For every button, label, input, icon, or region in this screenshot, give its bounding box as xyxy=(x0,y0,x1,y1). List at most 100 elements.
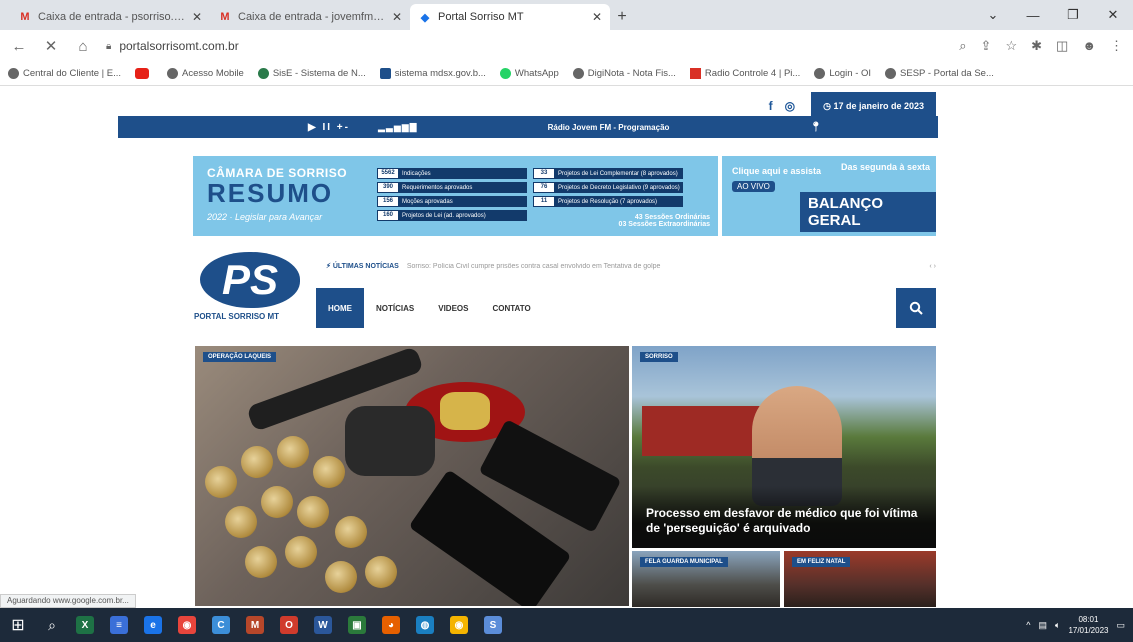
search-button[interactable] xyxy=(896,288,936,328)
bookmark[interactable]: Acesso Mobile xyxy=(167,68,244,79)
close-icon[interactable]: ✕ xyxy=(392,10,402,24)
bookmark[interactable]: Login - OI xyxy=(814,68,871,79)
ammunition-shape xyxy=(205,436,405,606)
bookmark-star-icon[interactable]: ☆ xyxy=(1005,38,1017,54)
program-title: BALANÇO GERAL xyxy=(800,192,936,232)
logo-mark: PS xyxy=(200,252,300,308)
instagram-icon[interactable]: ◎ xyxy=(785,99,795,113)
story-category[interactable]: OPERAÇÃO LAQUEIS xyxy=(203,352,277,362)
new-tab-button[interactable]: + xyxy=(610,4,634,30)
sidebar-icon[interactable]: ◫ xyxy=(1056,38,1068,54)
schedule-text: Das segunda à sexta xyxy=(840,162,930,172)
system-clock[interactable]: 08:01 17/01/2023 xyxy=(1068,614,1108,636)
stop-icon[interactable]: ✕ xyxy=(42,37,60,55)
chevron-up-icon[interactable]: ^ xyxy=(1026,620,1030,630)
nav-noticias[interactable]: NOTÍCIAS xyxy=(364,288,426,328)
close-icon[interactable]: ✕ xyxy=(192,10,202,24)
stat-row: 5562 Indicações xyxy=(377,168,527,179)
browser-tab-active[interactable]: ◆ Portal Sorriso MT ✕ xyxy=(410,4,610,30)
close-window-icon[interactable]: ✕ xyxy=(1093,0,1133,30)
taskbar-app-opera[interactable]: O xyxy=(272,608,306,642)
volume-icon[interactable]: 🔈︎ xyxy=(1055,620,1060,631)
taskbar-app-chrome[interactable]: ◉ xyxy=(170,608,204,642)
gov-icon xyxy=(379,68,391,79)
volume-meter[interactable]: ▂▃▅▆▇ xyxy=(378,122,418,133)
ticker-label: ⚡︎ ÚLTIMAS NOTÍCIAS xyxy=(326,263,399,270)
taskbar-app-word[interactable]: W xyxy=(306,608,340,642)
story-category[interactable]: SORRISO xyxy=(640,352,678,362)
zoom-icon[interactable]: ⌕ xyxy=(959,38,966,54)
extensions-icon[interactable]: ✱ xyxy=(1031,38,1042,54)
notifications-icon[interactable]: ▭ xyxy=(1116,620,1125,631)
browser-tab[interactable]: M Caixa de entrada - psorriso.mt@ ✕ xyxy=(10,4,210,30)
bookmark[interactable]: SisE - Sistema de N... xyxy=(257,68,366,79)
bookmark[interactable]: SESP - Portal da Se... xyxy=(885,68,994,79)
stats-column: 5562 Indicações 390 Requerimentos aprovado… xyxy=(377,168,527,224)
radio-controls[interactable]: ▶ II +- xyxy=(308,122,350,133)
logo-name: PORTAL SORRISO MT xyxy=(194,312,280,321)
bookmark[interactable]: DigiNota - Nota Fis... xyxy=(572,68,676,79)
taskbar-app[interactable]: C xyxy=(204,608,238,642)
address-bar: ← ✕ ⌂ 🔒︎ portalsorrisomt.com.br ⌕ ⇪ ☆ ✱ … xyxy=(0,30,1133,62)
taskbar-app[interactable]: ◍ xyxy=(408,608,442,642)
taskbar-app[interactable]: ≡ xyxy=(102,608,136,642)
menu-icon[interactable]: ⋮ xyxy=(1110,38,1123,54)
bookmark[interactable]: Central do Cliente | E... xyxy=(8,68,121,79)
url-field[interactable]: 🔒︎ portalsorrisomt.com.br xyxy=(106,34,945,58)
bookmark[interactable]: WhatsApp xyxy=(499,68,559,79)
featured-story-right[interactable]: SORRISO Processo em desfavor de médico q… xyxy=(632,346,936,548)
share-icon[interactable]: ⇪ xyxy=(981,38,992,54)
camara-banner[interactable]: CÂMARA DE SORRISO RESUMO 2022 · Legislar… xyxy=(193,156,718,236)
featured-story-left[interactable]: OPERAÇÃO LAQUEIS xyxy=(195,346,629,606)
stat-row: 160 Projetos de Lei (ad. aprovados) xyxy=(377,210,527,221)
back-icon[interactable]: ← xyxy=(10,38,28,55)
minimize-icon[interactable]: — xyxy=(1013,0,1053,30)
browser-tabstrip: M Caixa de entrada - psorriso.mt@ ✕ M Ca… xyxy=(0,0,1133,30)
story-title[interactable]: Processo em desfavor de médico que foi v… xyxy=(646,506,926,536)
tab-search-icon[interactable]: ⌄ xyxy=(973,0,1013,30)
main-nav: HOME NOTÍCIAS VIDEOS CONTATO xyxy=(316,288,936,328)
network-icon[interactable]: ▤ xyxy=(1039,620,1048,631)
stat-row: 11 Projetos de Resolução (7 aprovados) xyxy=(533,196,683,207)
globe-icon xyxy=(814,68,826,79)
site-icon xyxy=(257,68,269,79)
close-icon[interactable]: ✕ xyxy=(592,10,602,24)
nav-contato[interactable]: CONTATO xyxy=(480,288,542,328)
url-text: portalsorrisomt.com.br xyxy=(119,39,239,53)
gmail-icon: M xyxy=(20,11,30,23)
taskbar-app-gmail[interactable]: M xyxy=(238,608,272,642)
profile-icon[interactable]: ☻ xyxy=(1082,38,1096,54)
windows-start-icon[interactable]: ⊞ xyxy=(0,615,36,635)
nav-home[interactable]: HOME xyxy=(316,288,364,328)
taskbar-app[interactable]: ▣ xyxy=(340,608,374,642)
search-icon[interactable]: ⌕ xyxy=(36,617,68,634)
maximize-icon[interactable]: ❐ xyxy=(1053,0,1093,30)
radio-icon xyxy=(689,68,701,79)
youtube-icon xyxy=(135,68,150,79)
bookmark[interactable]: sistema mdsx.gov.b... xyxy=(379,68,486,79)
bookmark[interactable] xyxy=(135,68,153,79)
system-tray: ^ ▤ 🔈︎ 08:01 17/01/2023 ▭ xyxy=(1026,614,1133,636)
ticker-arrows[interactable]: ‹ › xyxy=(929,263,936,270)
story-category[interactable]: FELA GUARDA MUNICIPAL xyxy=(640,557,728,567)
facebook-icon[interactable]: f xyxy=(769,99,773,113)
pin-icon[interactable]: 📍︎ xyxy=(809,122,822,133)
taskbar-app-edge[interactable]: e xyxy=(136,608,170,642)
taskbar-app-excel[interactable]: X xyxy=(68,608,102,642)
story-category[interactable]: EM FELIZ NATAL xyxy=(792,557,851,567)
nav-videos[interactable]: VIDEOS xyxy=(426,288,480,328)
banner-heading: CÂMARA DE SORRISO RESUMO 2022 · Legislar… xyxy=(193,156,373,236)
small-story[interactable]: EM FELIZ NATAL xyxy=(784,551,936,607)
stat-row: 390 Requerimentos aprovados xyxy=(377,182,527,193)
browser-tab[interactable]: M Caixa de entrada - jovemfm.com ✕ xyxy=(210,4,410,30)
taskbar-app[interactable]: ◉ xyxy=(442,608,476,642)
balanco-geral-banner[interactable]: Clique aqui e assista AO VIVO BALANÇO GE… xyxy=(722,156,936,236)
ticker-headline[interactable]: Sorriso: Polícia Civil cumpre prisões co… xyxy=(407,263,922,270)
site-logo[interactable]: PS PORTAL SORRISO MT xyxy=(194,252,312,326)
taskbar-app[interactable]: S xyxy=(476,608,510,642)
bookmark[interactable]: Radio Controle 4 | Pi... xyxy=(689,68,800,79)
home-icon[interactable]: ⌂ xyxy=(74,38,92,55)
address-bar-actions: ⌕ ⇪ ☆ ✱ ◫ ☻ ⋮ xyxy=(959,38,1123,54)
small-story[interactable]: FELA GUARDA MUNICIPAL xyxy=(632,551,780,607)
taskbar-app-firefox[interactable]: ◕ xyxy=(374,608,408,642)
